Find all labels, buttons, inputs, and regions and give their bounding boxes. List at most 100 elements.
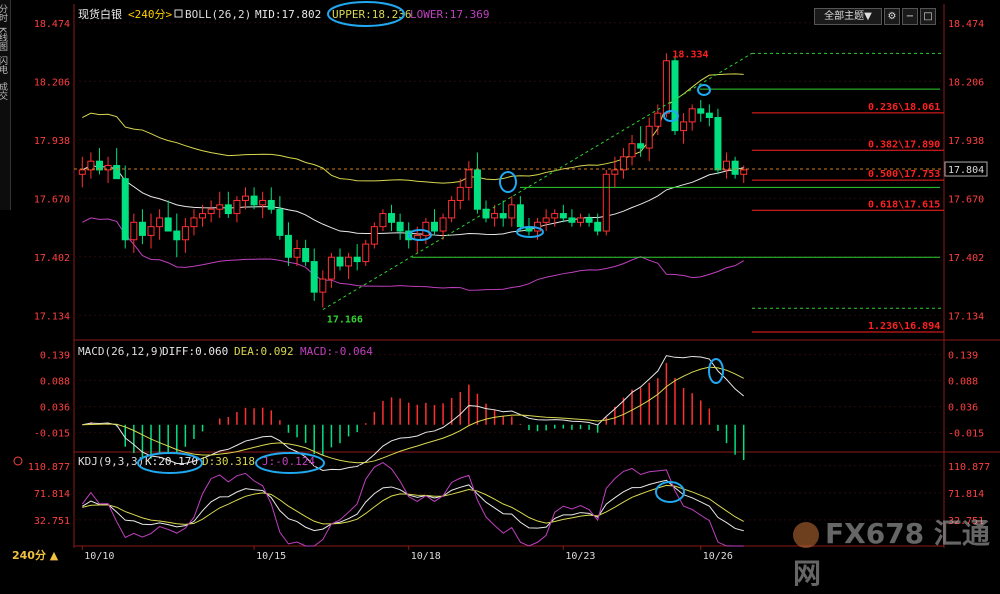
background — [0, 0, 1000, 566]
high-price-label: 18.334 — [672, 49, 708, 60]
time-tick-label: 10/10 — [84, 551, 114, 562]
candle-body — [508, 204, 516, 219]
sidebar-tab-timeshare[interactable]: 分时图 — [0, 0, 10, 26]
instrument-title: 现货白银 — [78, 7, 122, 21]
candle-body — [147, 226, 155, 236]
macd-dea-value: DEA:0.092 — [234, 345, 294, 358]
candle-body — [379, 213, 387, 228]
fx678-logo: FX678 汇通网 — [793, 517, 990, 590]
candle-body — [516, 204, 524, 228]
time-tick-label: 10/15 — [256, 551, 286, 562]
price-tick-left: 17.134 — [34, 311, 70, 322]
candle-body — [190, 217, 198, 228]
candle-body — [439, 217, 447, 232]
candle-body — [164, 217, 172, 232]
candle-body — [327, 256, 335, 280]
fib-level-label: 0.236\18.061 — [868, 102, 940, 113]
macd-tick-right: 0.088 — [948, 376, 978, 387]
candle-body — [302, 247, 310, 263]
fib-level-label: 0.500\17.753 — [868, 169, 940, 180]
candle-body — [645, 125, 653, 149]
candle-body — [293, 247, 301, 258]
macd-tick-right: -0.015 — [948, 428, 984, 439]
candle-body — [207, 208, 215, 215]
settings-icon[interactable]: ⚙ — [884, 8, 900, 25]
candle-body — [284, 234, 292, 258]
candle-body — [740, 169, 748, 175]
candle-body — [336, 256, 344, 267]
time-tick-label: 10/26 — [703, 551, 733, 562]
candle-body — [697, 108, 705, 114]
price-tick-left: 17.938 — [34, 136, 70, 147]
candle-body — [130, 221, 138, 241]
kdj-label: KDJ(9,3,3) — [78, 455, 144, 468]
fib-level-label: 1.236\16.894 — [868, 321, 940, 332]
period-selector[interactable]: 240分 ▲ — [12, 548, 72, 564]
candle-body — [233, 199, 241, 215]
period-label: <240分> — [128, 8, 172, 21]
macd-diff-value: DIFF:0.060 — [162, 345, 228, 358]
low-price-label: 17.166 — [327, 314, 363, 325]
candle-body — [542, 217, 550, 223]
candle-body — [113, 165, 121, 180]
price-tick-right: 17.134 — [948, 311, 984, 322]
candle-body — [551, 213, 559, 219]
candle-body — [576, 217, 585, 223]
macd-tick-right: 0.036 — [948, 403, 978, 414]
price-tick-left: 18.474 — [34, 19, 70, 30]
candle-body — [456, 186, 464, 201]
candle-body — [654, 112, 662, 127]
candle-body — [370, 226, 378, 245]
indicator-select[interactable]: 全部主题▼ — [814, 8, 882, 25]
time-tick-label: 10/23 — [565, 551, 595, 562]
kdj-k-value: K:20.170 — [145, 455, 198, 468]
candle-body — [267, 199, 275, 210]
candle-body — [473, 169, 481, 210]
macd-value: MACD:-0.064 — [300, 345, 373, 358]
candle-body — [362, 243, 370, 263]
candle-body — [499, 213, 507, 219]
candle-body — [594, 221, 602, 232]
sidebar-tab-trades[interactable]: 成交明细 — [0, 78, 10, 104]
candle-body — [138, 221, 146, 236]
sidebar-tab-flash[interactable]: 闪电图 — [0, 52, 10, 78]
kdj-j-value: J:-0.124 — [262, 455, 315, 468]
candle-body — [173, 230, 181, 241]
current-price-label: 17.804 — [948, 165, 984, 176]
sidebar-tab-kline[interactable]: K线图 — [0, 26, 10, 52]
candle-body — [637, 143, 645, 149]
candle-body — [422, 221, 430, 236]
macd-tick-left: 0.139 — [40, 351, 70, 362]
candle-body — [319, 278, 327, 293]
candle-body — [680, 121, 688, 132]
candle-body — [121, 178, 129, 241]
candle-body — [585, 217, 593, 223]
candle-body — [396, 221, 404, 232]
candle-body — [216, 204, 224, 210]
candle-body — [611, 169, 619, 175]
candle-body — [259, 199, 267, 206]
time-tick-label: 10/18 — [411, 551, 441, 562]
candle-body — [448, 199, 456, 219]
kdj-tick-left: 32.751 — [34, 516, 70, 527]
price-tick-right: 17.938 — [948, 136, 984, 147]
kdj-tick-right: 71.814 — [948, 489, 984, 500]
candle-body — [714, 117, 722, 171]
candle-body — [619, 156, 627, 171]
maximize-icon[interactable]: □ — [920, 8, 936, 25]
candle-body — [705, 112, 713, 119]
minimize-icon[interactable]: − — [902, 8, 918, 25]
candle-body — [430, 221, 438, 232]
chart-canvas[interactable]: 18.474 18.474 18.206 18.206 17.938 17.938 17.6… — [0, 0, 1000, 566]
candle-body — [181, 226, 189, 241]
price-tick-left: 17.402 — [34, 253, 70, 264]
macd-tick-left: 0.036 — [40, 403, 70, 414]
logo-icon — [793, 522, 819, 548]
candle-body — [559, 213, 567, 219]
boll-mid-value: MID:17.802 — [255, 8, 321, 21]
candle-body — [250, 195, 258, 206]
candle-body — [388, 213, 396, 223]
candle-body — [345, 256, 353, 267]
candle-body — [78, 169, 86, 175]
candle-body — [276, 208, 284, 236]
